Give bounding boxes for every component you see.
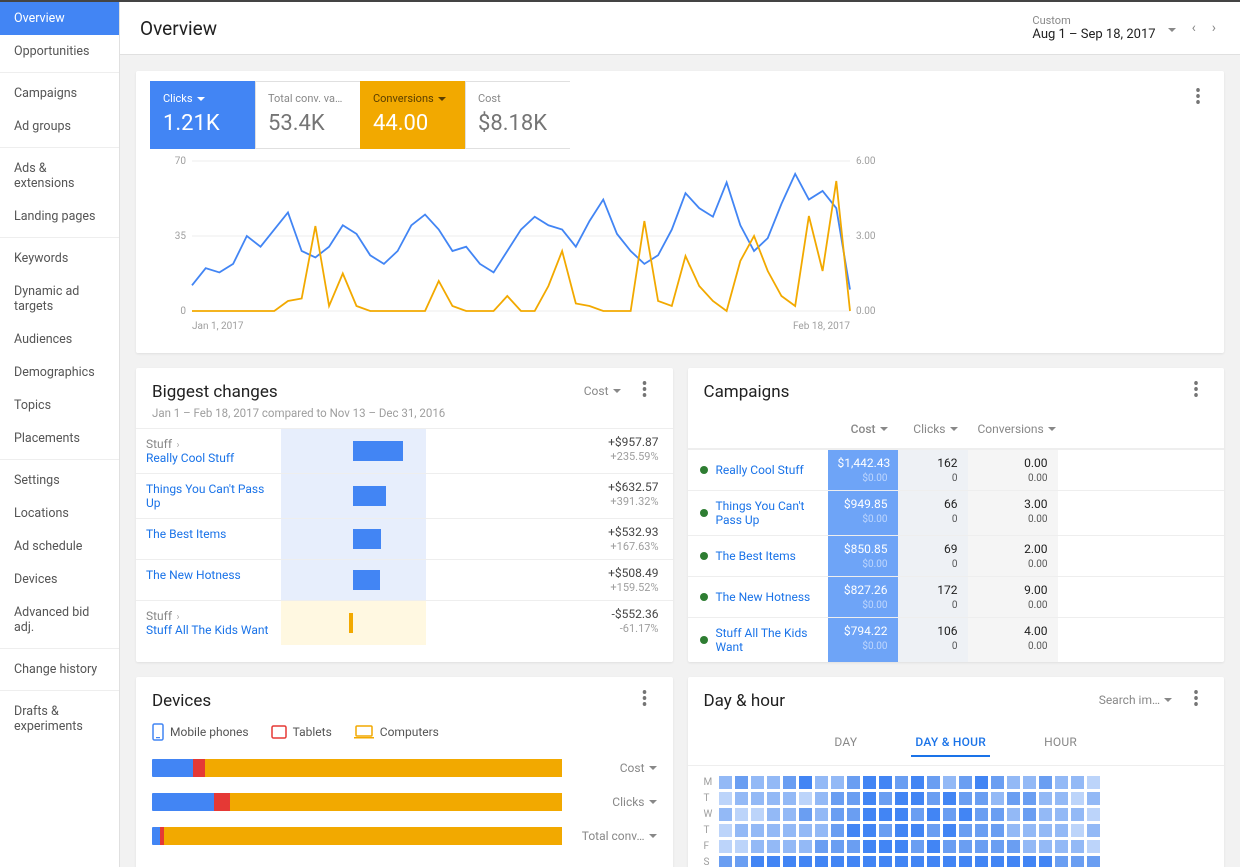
svg-text:70: 70	[175, 156, 187, 167]
panel-title: Biggest changes	[152, 382, 445, 402]
date-range-text: Aug 1 – Sep 18, 2017	[1032, 27, 1155, 42]
sidebar-item-ad-schedule[interactable]: Ad schedule	[0, 530, 119, 563]
table-row[interactable]: Really Cool Stuff$1,442.43$0.0016200.000…	[688, 449, 1225, 490]
page-title: Overview	[140, 17, 217, 40]
col-clicks-dropdown[interactable]: Clicks	[913, 422, 957, 436]
table-row[interactable]: Stuff All The Kids Want$794.22$0.0010604…	[688, 617, 1225, 662]
table-row[interactable]: The New Hotness$827.26$0.0017209.000.00	[688, 576, 1225, 617]
card-menu-button[interactable]: •••	[633, 691, 657, 709]
metric-dropdown[interactable]: Clicks	[575, 795, 657, 809]
tab-day-hour[interactable]: DAY & HOUR	[911, 729, 990, 757]
prev-period-button[interactable]: ‹	[1188, 18, 1200, 38]
table-row[interactable]: Stuff ›Stuff All The Kids Want-$552.36-6…	[136, 600, 673, 645]
page-header: Overview Custom Aug 1 – Sep 18, 2017 ‹ ›	[120, 2, 1240, 55]
sidebar-item-topics[interactable]: Topics	[0, 389, 119, 422]
metric-dropdown[interactable]: Cost	[584, 384, 621, 398]
device-bar-row: Clicks	[136, 785, 673, 819]
sidebar-item-landing-pages[interactable]: Landing pages	[0, 200, 119, 233]
sidebar-item-devices[interactable]: Devices	[0, 563, 119, 596]
day-hour-tabs: DAY DAY & HOUR HOUR	[688, 719, 1225, 766]
tab-day[interactable]: DAY	[830, 729, 861, 757]
metrics-chart: 0 0.00 35 3.00 70 6.00 Jan 1, 2017 Feb 18, 2017	[136, 149, 1224, 339]
metric-tile-cost[interactable]: Cost$8.18K	[465, 81, 570, 149]
svg-text:3.00: 3.00	[856, 231, 876, 242]
sidebar-item-change-history[interactable]: Change history	[0, 653, 119, 686]
sidebar-item-locations[interactable]: Locations	[0, 497, 119, 530]
mobile-icon: Mobile phones	[152, 723, 249, 741]
metric-dropdown[interactable]: Total conv…	[575, 829, 657, 843]
chevron-down-icon[interactable]	[1164, 18, 1180, 38]
table-row[interactable]: The New Hotness+$508.49+159.52%	[136, 559, 673, 600]
device-bar-row: Cost	[136, 751, 673, 785]
metric-tile-clicks[interactable]: Clicks1.21K	[150, 81, 255, 149]
col-cost-dropdown[interactable]: Cost	[851, 422, 888, 436]
tab-hour[interactable]: HOUR	[1040, 729, 1081, 757]
table-header-row: Cost Clicks Conversions	[688, 410, 1225, 449]
table-row[interactable]: Stuff ›Really Cool Stuff+$957.87+235.59%	[136, 428, 673, 473]
day-hour-card: Day & hour Search im… ••• DAY DAY & HOUR…	[688, 677, 1225, 867]
svg-text:6.00: 6.00	[856, 156, 876, 167]
card-menu-button[interactable]: •••	[1184, 382, 1208, 400]
svg-text:35: 35	[175, 231, 187, 242]
table-row[interactable]: The Best Items$850.85$0.006902.000.00	[688, 535, 1225, 576]
campaigns-card: Campaigns ••• Cost Clicks Conversions Re…	[688, 368, 1225, 662]
card-menu-button[interactable]: •••	[1186, 89, 1210, 107]
sidebar-item-placements[interactable]: Placements	[0, 422, 119, 455]
status-dot-icon	[700, 636, 708, 644]
sidebar-item-ads-extensions[interactable]: Ads & extensions	[0, 152, 119, 200]
status-dot-icon	[700, 552, 708, 560]
status-dot-icon	[700, 593, 708, 601]
card-menu-button[interactable]: •••	[633, 382, 657, 400]
sidebar-item-dynamic-ad-targets[interactable]: Dynamic ad targets	[0, 275, 119, 323]
sidebar-item-campaigns[interactable]: Campaigns	[0, 77, 119, 110]
metric-dropdown[interactable]: Search im…	[1099, 693, 1172, 707]
metric-tile-total-conv-va-[interactable]: Total conv. va…53.4K	[255, 81, 360, 149]
sidebar-item-settings[interactable]: Settings	[0, 464, 119, 497]
panel-title: Campaigns	[704, 382, 790, 402]
sidebar-item-keywords[interactable]: Keywords	[0, 242, 119, 275]
tablet-icon: Tablets	[271, 725, 332, 739]
device-bar-row: Total conv…	[136, 819, 673, 853]
svg-text:Feb 18, 2017: Feb 18, 2017	[793, 321, 850, 332]
table-row[interactable]: Things You Can't Pass Up$949.85$0.006603…	[688, 490, 1225, 535]
metric-dropdown[interactable]: Cost	[575, 761, 657, 775]
devices-legend: Mobile phones Tablets Computers	[136, 719, 673, 751]
sidebar-item-demographics[interactable]: Demographics	[0, 356, 119, 389]
status-dot-icon	[700, 466, 708, 474]
sidebar-item-overview[interactable]: Overview	[0, 2, 119, 35]
heatmap: MTWTFSS12 AM6 AM12 PM6 PM12 AM	[688, 766, 1225, 867]
card-menu-button[interactable]: •••	[1184, 691, 1208, 709]
panel-subtitle: Jan 1 – Feb 18, 2017 compared to Nov 13 …	[152, 406, 445, 420]
panel-title: Day & hour	[704, 691, 786, 711]
sidebar-item-ad-groups[interactable]: Ad groups	[0, 110, 119, 143]
sidebar: OverviewOpportunities CampaignsAd groups A…	[0, 2, 120, 867]
devices-card: Devices ••• Mobile phones Tablets Comput…	[136, 677, 673, 867]
sidebar-item-drafts-experiments[interactable]: Drafts & experiments	[0, 695, 119, 743]
svg-text:Jan 1, 2017: Jan 1, 2017	[192, 321, 244, 332]
metric-tile-conversions[interactable]: Conversions44.00	[360, 81, 465, 149]
svg-text:0: 0	[180, 306, 186, 317]
biggest-changes-card: Biggest changes Jan 1 – Feb 18, 2017 com…	[136, 368, 673, 662]
date-range-picker[interactable]: Custom Aug 1 – Sep 18, 2017 ‹ ›	[1032, 14, 1220, 42]
status-dot-icon	[700, 509, 708, 517]
svg-text:0.00: 0.00	[856, 306, 876, 317]
table-row[interactable]: Things You Can't Pass Up+$632.57+391.32%	[136, 473, 673, 518]
panel-title: Devices	[152, 691, 211, 711]
next-period-button[interactable]: ›	[1208, 18, 1220, 38]
col-conv-dropdown[interactable]: Conversions	[978, 422, 1056, 436]
sidebar-item-audiences[interactable]: Audiences	[0, 323, 119, 356]
date-range-mode: Custom	[1032, 14, 1070, 27]
metrics-card: Clicks1.21KTotal conv. va…53.4KConversio…	[136, 71, 1224, 353]
sidebar-item-opportunities[interactable]: Opportunities	[0, 35, 119, 68]
table-row[interactable]: The Best Items+$532.93+167.63%	[136, 518, 673, 559]
sidebar-item-advanced-bid-adj-[interactable]: Advanced bid adj.	[0, 596, 119, 644]
computer-icon: Computers	[354, 725, 439, 739]
